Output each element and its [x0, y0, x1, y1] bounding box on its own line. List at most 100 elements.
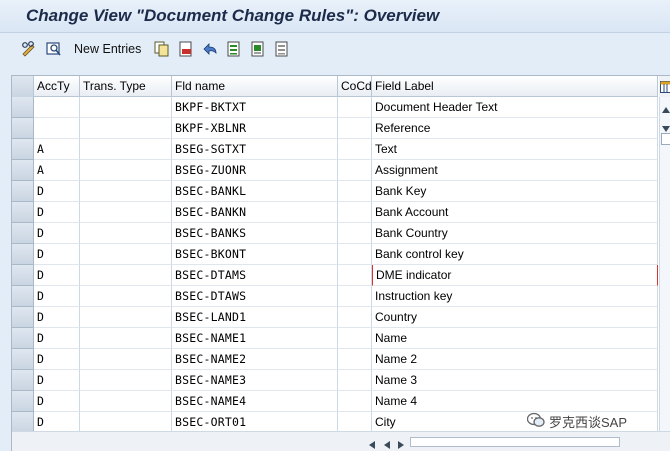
cell-trans-type[interactable] [80, 118, 172, 139]
cell-fld-name[interactable]: BSEC-LAND1 [172, 307, 338, 328]
select-all-icon[interactable] [225, 40, 243, 58]
cell-cocd[interactable] [338, 349, 372, 370]
cell-field-label[interactable]: Bank Country [372, 223, 658, 244]
cell-field-label[interactable]: Reference [372, 118, 658, 139]
cell-fld-name[interactable]: BKPF-XBLNR [172, 118, 338, 139]
row-selector[interactable] [12, 349, 34, 370]
cell-cocd[interactable] [338, 286, 372, 307]
row-selector[interactable] [12, 118, 34, 139]
pencil-glasses-icon[interactable] [20, 40, 38, 58]
cell-cocd[interactable] [338, 139, 372, 160]
cell-trans-type[interactable] [80, 412, 172, 433]
cell-cocd[interactable] [338, 328, 372, 349]
cell-accty[interactable] [34, 118, 80, 139]
cell-fld-name[interactable]: BSEC-BANKN [172, 202, 338, 223]
cell-field-label[interactable]: Bank Account [372, 202, 658, 223]
cell-trans-type[interactable] [80, 391, 172, 412]
cell-trans-type[interactable] [80, 370, 172, 391]
cell-fld-name[interactable]: BSEC-NAME3 [172, 370, 338, 391]
cell-fld-name[interactable]: BSEC-DTAWS [172, 286, 338, 307]
cell-cocd[interactable] [338, 160, 372, 181]
cell-fld-name[interactable]: BSEC-NAME4 [172, 391, 338, 412]
scroll-left-end-icon[interactable] [369, 438, 375, 451]
cell-trans-type[interactable] [80, 349, 172, 370]
cell-accty[interactable]: D [34, 181, 80, 202]
cell-accty[interactable]: A [34, 160, 80, 181]
cell-trans-type[interactable] [80, 244, 172, 265]
table-settings-icon[interactable] [659, 76, 670, 97]
row-selector[interactable] [12, 328, 34, 349]
cell-accty[interactable]: D [34, 307, 80, 328]
display-change-icon[interactable] [45, 40, 63, 58]
cell-cocd[interactable] [338, 118, 372, 139]
cell-cocd[interactable] [338, 391, 372, 412]
column-header-cocd[interactable]: CoCd [338, 76, 372, 97]
delete-icon[interactable] [177, 40, 195, 58]
column-header-trans-type[interactable]: Trans. Type [80, 76, 172, 97]
cell-cocd[interactable] [338, 244, 372, 265]
new-entries-button[interactable]: New Entries [74, 42, 141, 56]
select-all-rows-button[interactable] [12, 76, 34, 97]
cell-accty[interactable]: D [34, 202, 80, 223]
cell-fld-name[interactable]: BSEC-BKONT [172, 244, 338, 265]
cell-fld-name[interactable]: BKPF-BKTXT [172, 97, 338, 118]
cell-trans-type[interactable] [80, 202, 172, 223]
row-selector[interactable] [12, 307, 34, 328]
hscroll-track[interactable] [410, 437, 620, 447]
cell-field-label[interactable]: Name 3 [372, 370, 658, 391]
row-selector[interactable] [12, 181, 34, 202]
row-selector[interactable] [12, 202, 34, 223]
cell-field-label[interactable]: Bank control key [372, 244, 658, 265]
select-block-icon[interactable] [249, 40, 267, 58]
row-selector[interactable] [12, 97, 34, 118]
column-header-field-label[interactable]: Field Label [372, 76, 658, 97]
scroll-thumb[interactable] [661, 133, 670, 145]
row-selector[interactable] [12, 244, 34, 265]
cell-cocd[interactable] [338, 265, 372, 286]
scroll-up-icon[interactable] [662, 102, 670, 116]
column-header-accty[interactable]: AccTy [34, 76, 80, 97]
cell-trans-type[interactable] [80, 328, 172, 349]
cell-fld-name[interactable]: BSEG-ZUONR [172, 160, 338, 181]
column-header-fld-name[interactable]: Fld name [172, 76, 338, 97]
cell-field-label[interactable]: Text [372, 139, 658, 160]
cell-cocd[interactable] [338, 412, 372, 433]
cell-fld-name[interactable]: BSEG-SGTXT [172, 139, 338, 160]
cell-trans-type[interactable] [80, 181, 172, 202]
cell-accty[interactable]: D [34, 349, 80, 370]
scroll-left-icon[interactable] [384, 438, 390, 451]
cell-trans-type[interactable] [80, 139, 172, 160]
cell-trans-type[interactable] [80, 223, 172, 244]
row-selector[interactable] [12, 160, 34, 181]
cell-accty[interactable]: D [34, 223, 80, 244]
vertical-scrollbar[interactable] [659, 97, 670, 432]
cell-cocd[interactable] [338, 307, 372, 328]
cell-cocd[interactable] [338, 202, 372, 223]
row-selector[interactable] [12, 223, 34, 244]
horizontal-scrollbar[interactable] [12, 431, 670, 451]
row-selector[interactable] [12, 286, 34, 307]
cell-field-label[interactable]: Instruction key [372, 286, 658, 307]
scroll-right-icon[interactable] [398, 438, 404, 451]
cell-accty[interactable]: D [34, 265, 80, 286]
cell-trans-type[interactable] [80, 265, 172, 286]
cell-fld-name[interactable]: BSEC-ORT01 [172, 412, 338, 433]
cell-accty[interactable] [34, 97, 80, 118]
cell-trans-type[interactable] [80, 160, 172, 181]
deselect-all-icon[interactable] [273, 40, 291, 58]
row-selector[interactable] [12, 139, 34, 160]
cell-accty[interactable]: D [34, 391, 80, 412]
cell-fld-name[interactable]: BSEC-NAME1 [172, 328, 338, 349]
undo-icon[interactable] [201, 40, 219, 58]
cell-cocd[interactable] [338, 370, 372, 391]
cell-trans-type[interactable] [80, 286, 172, 307]
cell-accty[interactable]: A [34, 139, 80, 160]
cell-field-label[interactable]: Assignment [372, 160, 658, 181]
cell-accty[interactable]: D [34, 412, 80, 433]
cell-field-label[interactable]: Country [372, 307, 658, 328]
cell-cocd[interactable] [338, 223, 372, 244]
cell-cocd[interactable] [338, 181, 372, 202]
cell-trans-type[interactable] [80, 97, 172, 118]
cell-field-label[interactable]: Name [372, 328, 658, 349]
cell-field-label-focused[interactable]: DME indicator [372, 265, 658, 286]
